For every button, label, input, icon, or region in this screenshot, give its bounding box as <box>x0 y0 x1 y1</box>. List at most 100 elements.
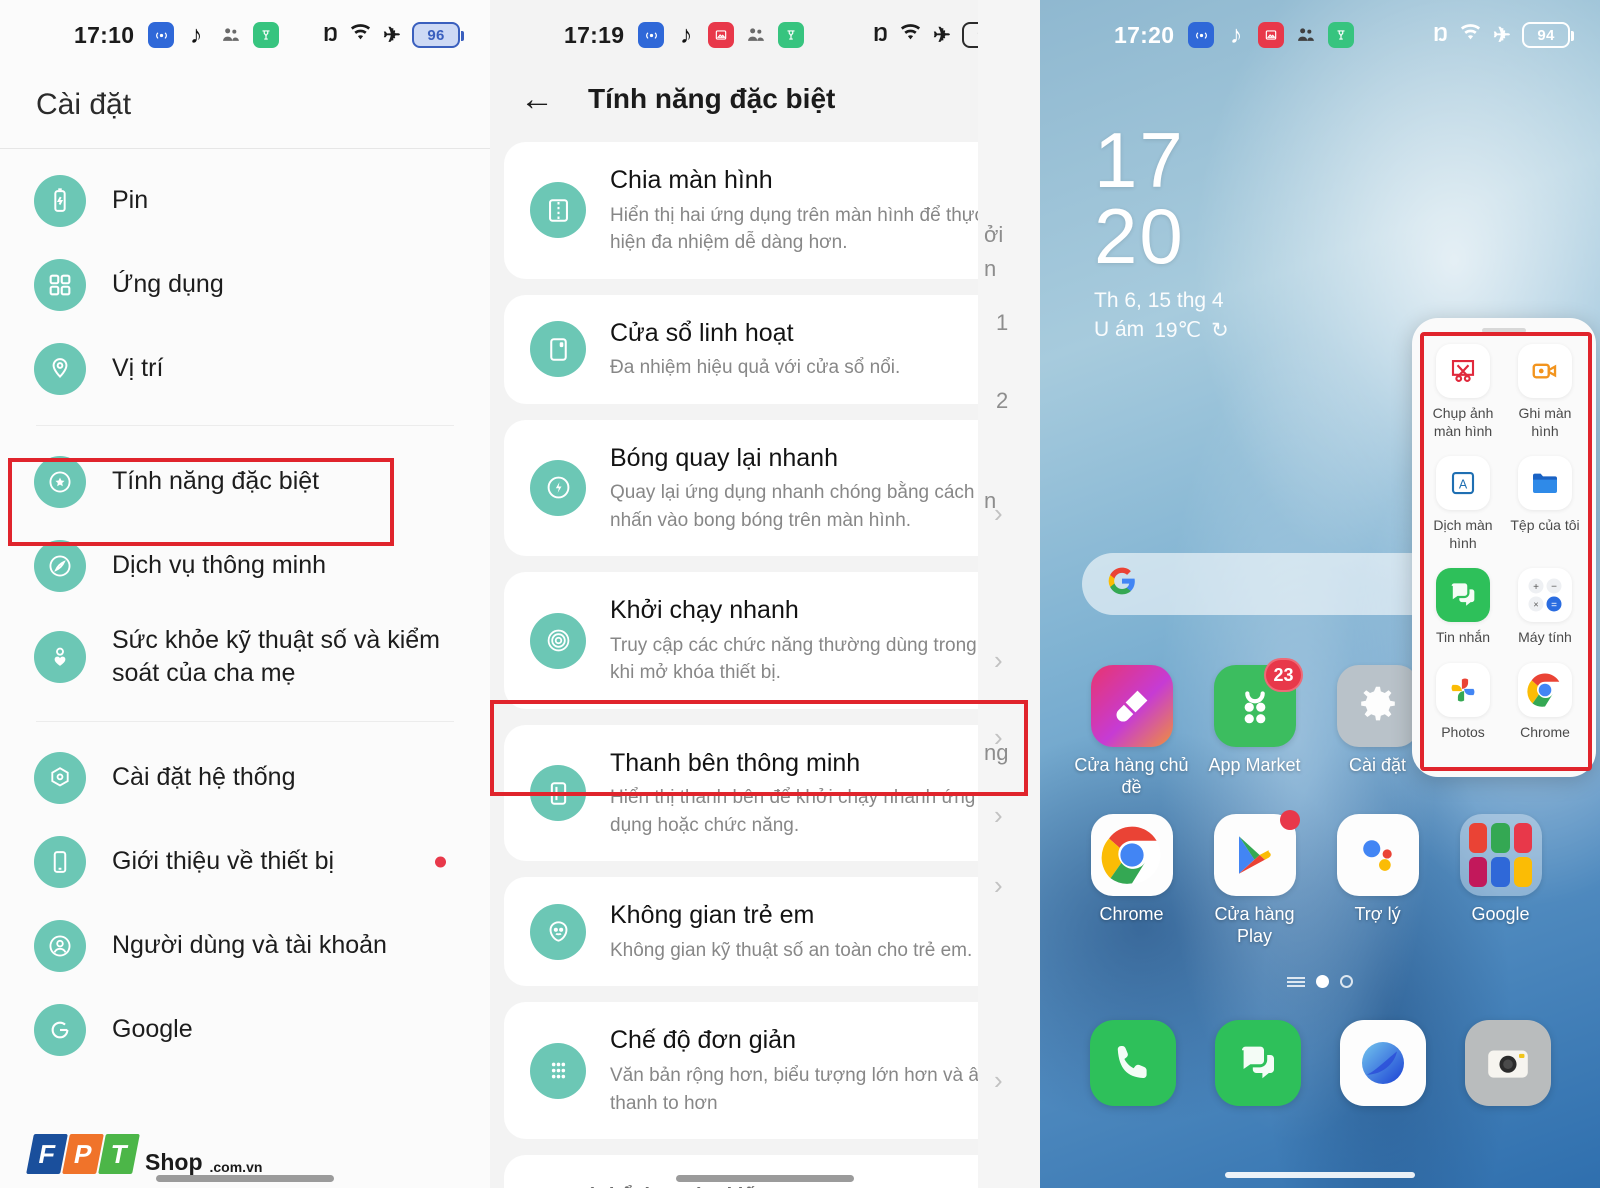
folder-mini-icon <box>1491 857 1510 888</box>
sliver-fragment: n <box>984 256 997 281</box>
app-assistant[interactable]: Trợ lý <box>1316 814 1439 947</box>
app-label: Cửa hàng chủ đề <box>1074 755 1189 797</box>
app-app-market[interactable]: 23 App Market <box>1193 658 1316 798</box>
status-time: 17:20 <box>1114 21 1175 48</box>
app-play-store[interactable]: Cửa hàng Play <box>1193 810 1316 947</box>
search-suggestion-card: Bạn có thể đang tìm kiếm: <box>504 1155 1026 1188</box>
adjacent-panel-sliver: ởi n 1 2 n › › › ng › › › <box>978 0 1040 1188</box>
smart-service-icon <box>34 540 86 592</box>
refresh-icon[interactable]: ↻ <box>1211 318 1229 343</box>
navigation-home-bar[interactable] <box>1225 1172 1415 1178</box>
sliver-fragment: 2 <box>996 388 1009 413</box>
chevron-right-icon[interactable]: › <box>994 800 1003 831</box>
folder-mini-icon <box>1513 857 1533 888</box>
feature-card-quick-return-bubble[interactable]: Bóng quay lại nhanh Quay lại ứng dụng nh… <box>504 419 1026 557</box>
sidebar-item-suc-khoe-ky-thuat-so[interactable]: Sức khỏe kỹ thuật số và kiểm soát của ch… <box>0 608 490 707</box>
smart-sidebar-icon <box>530 765 586 822</box>
red-app-icon <box>708 22 735 48</box>
page-dot-inactive[interactable] <box>1340 975 1353 988</box>
tiktok-icon: ♪ <box>1229 20 1243 49</box>
back-arrow-icon[interactable]: ← <box>520 82 554 116</box>
app-chrome[interactable]: Chrome <box>1070 814 1193 947</box>
fpt-shop-watermark: F P T Shop .com.vn <box>26 1134 262 1174</box>
camera-icon[interactable] <box>1464 1020 1551 1106</box>
folder-mini-icon <box>1468 823 1488 854</box>
phone-icon[interactable] <box>1089 1020 1176 1106</box>
sidebar-item-label: Pin <box>112 186 149 215</box>
sidebar-shortcut-photos[interactable]: Photos <box>1422 662 1504 742</box>
cast-icon <box>148 22 175 48</box>
folder-mini-icon <box>1513 823 1533 854</box>
sidebar-shortcut-chrome[interactable]: Chrome <box>1504 662 1586 742</box>
sidebar-item-tinh-nang-dac-biet[interactable]: Tính năng đặc biệt <box>0 440 490 524</box>
sidebar-item-pin[interactable]: Pin <box>0 159 490 243</box>
page-header: ← Tính năng đặc biệt <box>490 70 1040 142</box>
page-dot-active[interactable] <box>1316 975 1329 988</box>
cast-icon <box>638 22 665 48</box>
tiktok-icon: ♪ <box>189 20 203 49</box>
feature-card-simple-mode[interactable]: Chế độ đơn giản Văn bản rộng hơn, biểu t… <box>504 1002 1026 1140</box>
sidebar-item-dich-vu-thong-minh[interactable]: Dịch vụ thông minh <box>0 524 490 608</box>
app-green-icon <box>1328 22 1355 48</box>
chevron-right-icon[interactable]: › <box>994 1065 1003 1096</box>
home-dock <box>1070 1020 1570 1106</box>
page-title: Tính năng đặc biệt <box>588 83 836 114</box>
wifi-icon <box>1459 21 1482 50</box>
status-system-icons: Ŋ ✈ 94 <box>1433 21 1578 50</box>
feature-card-floating-window[interactable]: Cửa sổ linh hoạt Đa nhiệm hiệu quả với c… <box>504 294 1026 404</box>
sidebar-item-gioi-thieu-ve-thiet-bi[interactable]: Giới thiệu về thiết bị <box>0 820 490 904</box>
chevron-right-icon[interactable]: › <box>994 498 1003 529</box>
page-indicator[interactable] <box>1040 975 1600 988</box>
sidebar-shortcut-my-files[interactable]: Tệp của tôi <box>1504 456 1586 552</box>
card-title: Chế độ đơn giản <box>610 1026 796 1055</box>
fpt-letter-f: F <box>26 1134 68 1174</box>
sliver-fragment: 1 <box>996 310 1009 335</box>
browser-icon[interactable] <box>1339 1020 1426 1106</box>
navigation-home-bar[interactable] <box>156 1175 334 1182</box>
weather-widget[interactable]: U ám 19℃ ↻ <box>1094 318 1229 343</box>
sidebar-item-label: Giới thiệu về thiết bị <box>112 846 335 875</box>
messages-icon[interactable] <box>1214 1020 1301 1106</box>
sidebar-shortcut-translate[interactable]: A Dịch màn hình <box>1422 456 1504 552</box>
sidebar-shortcut-label: Photos <box>1441 723 1485 740</box>
feature-card-kids-space[interactable]: Không gian trẻ em Không gian kỹ thuật số… <box>504 877 1026 987</box>
panel-settings: 17:10 ♪ Ŋ ✈ 96 Cài đặt Pin Ứng dụng Vị t… <box>0 0 490 1188</box>
battery-icon <box>34 175 86 227</box>
status-time: 17:10 <box>74 21 135 48</box>
card-description: Không gian kỹ thuật số an toàn cho trẻ e… <box>610 939 973 961</box>
clock-widget[interactable]: 17 20 Th 6, 15 thg 4 U ám 19℃ ↻ <box>1094 121 1229 343</box>
assistant-icon <box>1336 814 1419 897</box>
svg-text:+: + <box>1533 582 1539 593</box>
settings-gear-icon <box>1336 665 1419 747</box>
navigation-home-bar[interactable] <box>676 1175 854 1182</box>
sidebar-item-nguoi-dung-va-tai-khoan[interactable]: Người dùng và tài khoản <box>0 904 490 988</box>
clock-minutes: 20 <box>1094 192 1185 281</box>
quick-return-bubble-icon <box>530 459 586 516</box>
location-pin-icon <box>34 343 86 395</box>
smart-sidebar-panel[interactable]: Chụp ảnh màn hình Ghi màn hình A Dịch mà… <box>1412 318 1596 777</box>
sidebar-shortcut-calculator[interactable]: + − × = Máy tính <box>1504 568 1586 647</box>
sidebar-drag-handle[interactable] <box>1482 328 1526 333</box>
sidebar-shortcut-screen-record[interactable]: Ghi màn hình <box>1504 344 1586 440</box>
chevron-right-icon[interactable]: › <box>994 645 1003 676</box>
weather-condition: U ám <box>1094 318 1145 342</box>
feature-card-split-screen[interactable]: Chia màn hình Hiển thị hai ứng dụng trên… <box>504 142 1026 279</box>
chevron-right-icon[interactable]: › <box>994 870 1003 901</box>
sidebar-item-ung-dung[interactable]: Ứng dụng <box>0 243 490 327</box>
sidebar-item-label: Sức khỏe kỹ thuật số và kiểm soát của ch… <box>112 626 440 688</box>
sidebar-item-google[interactable]: Google <box>0 988 490 1072</box>
settings-list: Pin Ứng dụng Vị trí Tính năng đặc biệt D… <box>0 159 490 1072</box>
app-theme-store[interactable]: Cửa hàng chủ đề <box>1070 665 1193 798</box>
sidebar-item-cai-dat-he-thong[interactable]: Cài đặt hệ thống <box>0 736 490 820</box>
play-store-icon <box>1213 810 1300 897</box>
google-folder-icon <box>1459 814 1542 897</box>
feature-card-list: Chia màn hình Hiển thị hai ứng dụng trên… <box>490 142 1040 1188</box>
feature-card-quick-launch[interactable]: Khởi chạy nhanh Truy cập các chức năng t… <box>504 572 1026 709</box>
status-notification-icons: ♪ <box>1188 20 1355 49</box>
sidebar-shortcut-screenshot[interactable]: Chụp ảnh màn hình <box>1422 344 1504 440</box>
sidebar-item-vi-tri[interactable]: Vị trí <box>0 327 490 411</box>
app-google-folder[interactable]: Google <box>1439 814 1562 947</box>
feature-card-smart-sidebar[interactable]: Thanh bên thông minh Hiển thị thanh bên … <box>504 724 1026 862</box>
panel-special-features: 17:19 ♪ Ŋ ✈ ← Tính năng đặc biệt Chia mà… <box>490 0 1040 1188</box>
sidebar-shortcut-messages[interactable]: Tin nhắn <box>1422 568 1504 647</box>
